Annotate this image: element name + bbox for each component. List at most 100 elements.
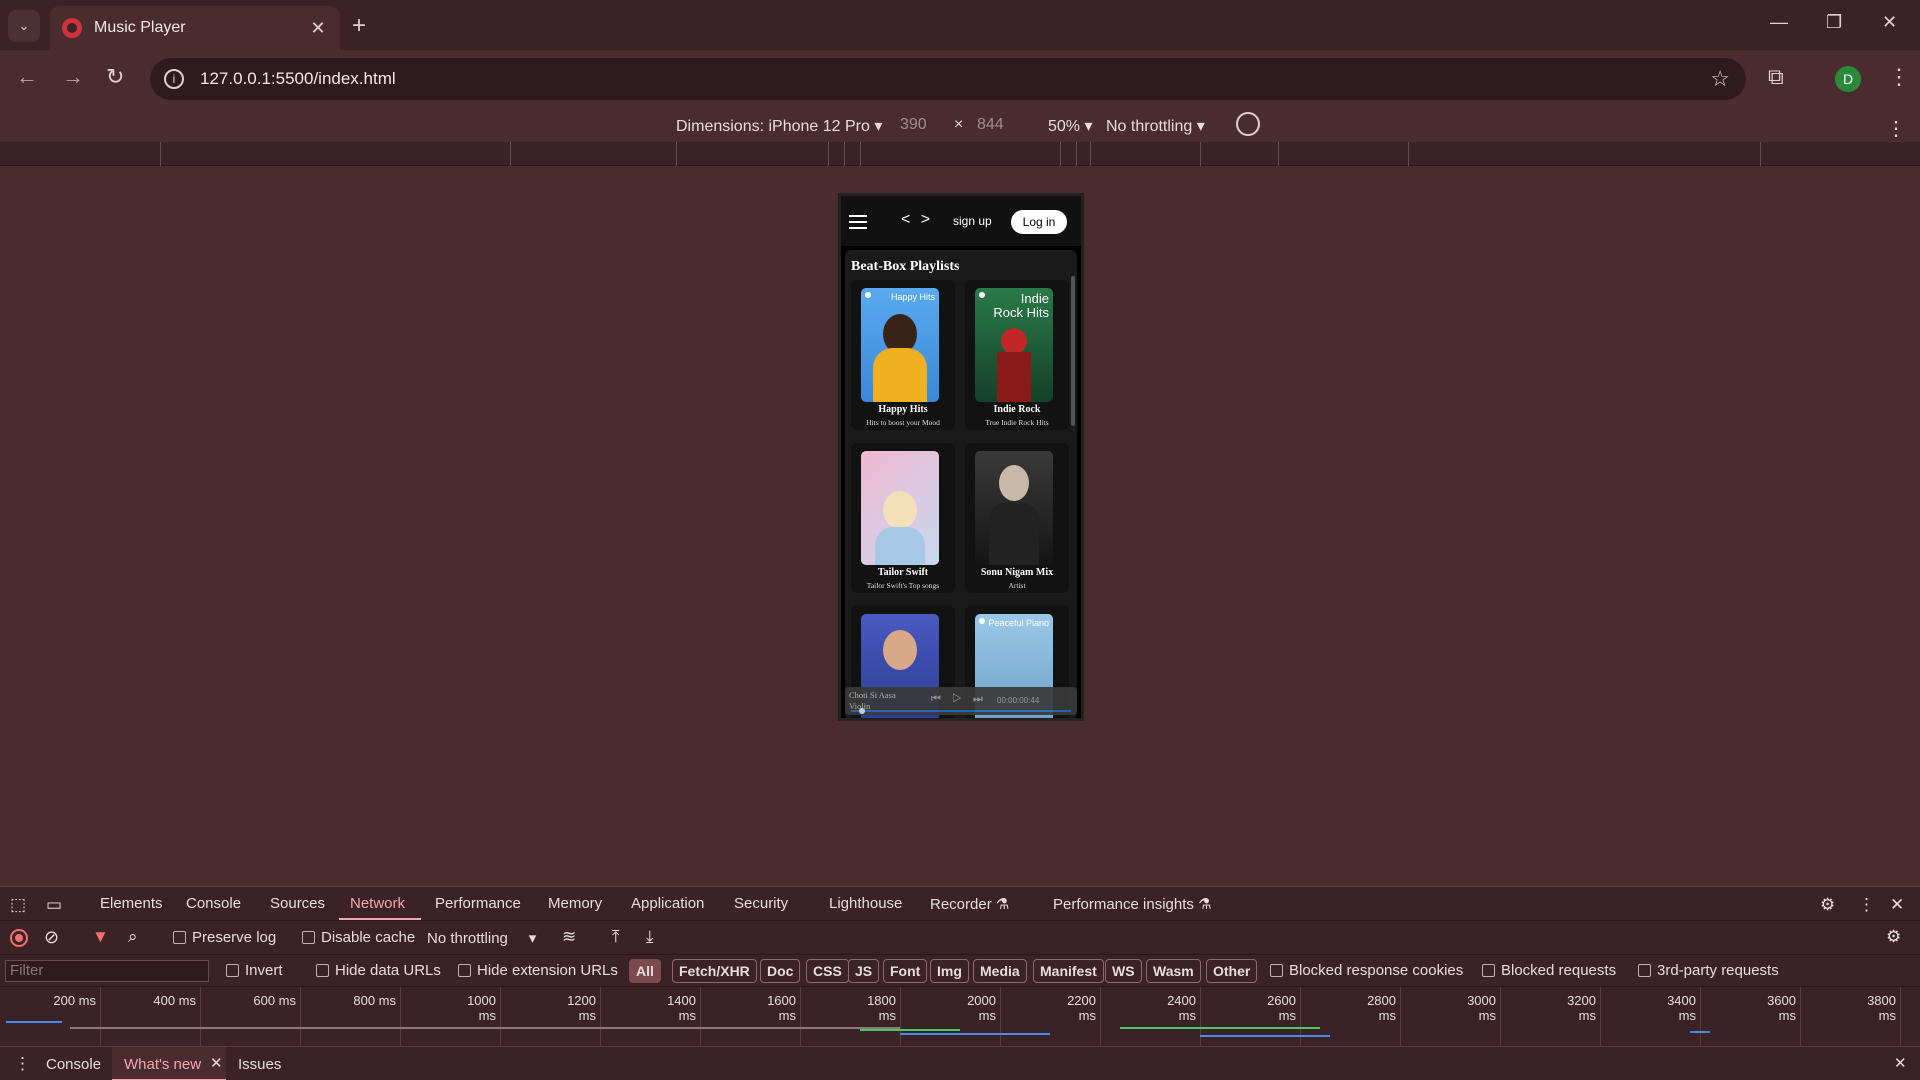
drawer-tab-issues[interactable]: Issues bbox=[238, 1056, 281, 1073]
type-filter-doc[interactable]: Doc bbox=[760, 959, 801, 983]
type-filter-css[interactable]: CSS bbox=[806, 959, 849, 983]
drawer-menu-icon[interactable]: ⋮ bbox=[14, 1054, 31, 1074]
type-filter-wasm[interactable]: Wasm bbox=[1146, 959, 1201, 983]
playlist-card[interactable]: Happy Hits Happy Hits Hits to boost your… bbox=[851, 280, 955, 430]
browser-tab[interactable]: Music Player ✕ bbox=[50, 6, 340, 50]
playlist-cover: Indie Rock Hits bbox=[975, 288, 1053, 402]
network-conditions-icon[interactable]: ≋ bbox=[562, 927, 576, 947]
tab-lighthouse[interactable]: Lighthouse bbox=[829, 895, 902, 912]
clear-icon[interactable]: ⊘ bbox=[44, 927, 59, 948]
type-filter-other[interactable]: Other bbox=[1206, 959, 1258, 983]
music-player-bar: Choti Si Aasa Violin ⏮ ▷ ⏭ 00:00:00:44 bbox=[845, 687, 1077, 715]
seek-bar[interactable] bbox=[851, 710, 1071, 712]
network-toolbar: ⊘ ▼ ⌕ Preserve log Disable cache No thro… bbox=[0, 920, 1920, 954]
tab-sources[interactable]: Sources bbox=[270, 895, 325, 912]
device-toggle-icon[interactable]: ▭ bbox=[46, 895, 62, 915]
zoom-select[interactable]: 50% ▾ bbox=[1048, 116, 1093, 136]
timeline-tick-label: 3400 ms bbox=[1667, 993, 1696, 1023]
tab-search-button[interactable]: ⌄ bbox=[8, 10, 40, 42]
download-icon[interactable]: ⤓ bbox=[646, 927, 654, 947]
close-devtools-icon[interactable]: ✕ bbox=[1890, 895, 1904, 915]
timeline-tick-label: 1800 ms bbox=[867, 993, 896, 1023]
tab-memory[interactable]: Memory bbox=[548, 895, 602, 912]
upload-icon[interactable]: ⤒ bbox=[612, 927, 620, 947]
new-tab-icon[interactable]: + bbox=[352, 12, 366, 40]
hamburger-icon[interactable] bbox=[849, 215, 867, 229]
tab-performance[interactable]: Performance bbox=[435, 895, 521, 912]
blocked-requests-checkbox[interactable]: Blocked requests bbox=[1482, 962, 1616, 979]
type-filter-all[interactable]: All bbox=[629, 959, 661, 983]
device-select[interactable]: Dimensions: iPhone 12 Pro ▾ bbox=[676, 116, 882, 136]
drawer-tab-console[interactable]: Console bbox=[46, 1056, 101, 1073]
invert-checkbox[interactable]: Invert bbox=[226, 962, 283, 979]
search-icon[interactable]: ⌕ bbox=[128, 927, 138, 947]
hide-extension-urls-checkbox[interactable]: Hide extension URLs bbox=[458, 962, 618, 979]
back-icon[interactable]: ← bbox=[16, 64, 38, 90]
playback-controls[interactable]: ⏮ ▷ ⏭ bbox=[931, 693, 987, 706]
window-close-icon[interactable]: ✕ bbox=[1882, 12, 1897, 33]
third-party-checkbox[interactable]: 3rd-party requests bbox=[1638, 962, 1779, 979]
tab-security[interactable]: Security bbox=[734, 895, 788, 912]
type-filter-media[interactable]: Media bbox=[973, 959, 1027, 983]
filter-icon[interactable]: ▼ bbox=[92, 927, 109, 947]
tab-network[interactable]: Network bbox=[350, 895, 405, 912]
network-overview-timeline[interactable]: 200 ms 400 ms 600 ms 800 ms 1000 ms 1200 ms 14… bbox=[0, 986, 1920, 1047]
tab-console[interactable]: Console bbox=[186, 895, 241, 912]
minimize-icon[interactable]: — bbox=[1770, 12, 1788, 33]
disable-cache-checkbox[interactable]: Disable cache bbox=[302, 929, 415, 946]
nav-arrows[interactable]: < > bbox=[901, 211, 933, 229]
type-filter-ws[interactable]: WS bbox=[1105, 959, 1142, 983]
timeline-gridline bbox=[600, 987, 601, 1047]
devtools-menu-icon[interactable]: ⋮ bbox=[1858, 895, 1875, 915]
profile-avatar[interactable]: D bbox=[1835, 66, 1861, 92]
tab-elements[interactable]: Elements bbox=[100, 895, 163, 912]
type-filter-fetch[interactable]: Fetch/XHR bbox=[672, 959, 757, 983]
record-icon[interactable] bbox=[10, 929, 28, 947]
network-throttling-select[interactable]: No throttling ▾ bbox=[427, 929, 536, 947]
type-filter-font[interactable]: Font bbox=[883, 959, 928, 983]
browser-menu-icon[interactable]: ⋮ bbox=[1888, 64, 1910, 90]
hide-data-urls-checkbox[interactable]: Hide data URLs bbox=[316, 962, 441, 979]
tab-performance-insights[interactable]: Performance insights ⚗ bbox=[1053, 895, 1212, 913]
scrollbar[interactable] bbox=[1071, 276, 1075, 426]
device-label: Dimensions: iPhone 12 Pro bbox=[676, 118, 870, 135]
timeline-gridline bbox=[1400, 987, 1401, 1047]
type-filter-img[interactable]: Img bbox=[930, 959, 969, 983]
network-settings-icon[interactable]: ⚙ bbox=[1886, 927, 1901, 947]
type-filter-js[interactable]: JS bbox=[848, 959, 880, 983]
forward-icon[interactable]: → bbox=[62, 64, 84, 90]
extensions-icon[interactable]: ⧉ bbox=[1768, 64, 1784, 90]
restore-icon[interactable]: ❐ bbox=[1826, 12, 1842, 33]
timeline-tick-label: 1600 ms bbox=[767, 993, 796, 1023]
settings-gear-icon[interactable]: ⚙ bbox=[1820, 895, 1835, 915]
rotate-icon[interactable] bbox=[1236, 112, 1260, 136]
address-bar[interactable]: i 127.0.0.1:5500/index.html ☆ bbox=[150, 58, 1746, 100]
filter-input[interactable]: Filter bbox=[5, 960, 209, 982]
close-tab-icon[interactable]: ✕ bbox=[308, 18, 328, 39]
playlist-card[interactable]: Indie Rock Hits Indie Rock True Indie Ro… bbox=[965, 280, 1069, 430]
login-button[interactable]: Log in bbox=[1011, 210, 1067, 234]
playlist-card[interactable]: Sonu Nigam Mix Artist bbox=[965, 443, 1069, 593]
seek-knob[interactable] bbox=[859, 708, 865, 714]
type-filter-manifest[interactable]: Manifest bbox=[1033, 959, 1104, 983]
inspect-icon[interactable]: ⬚ bbox=[10, 895, 26, 915]
throttling-select[interactable]: No throttling ▾ bbox=[1106, 116, 1205, 136]
reload-icon[interactable]: ↻ bbox=[106, 64, 124, 90]
close-whats-new-icon[interactable]: ✕ bbox=[210, 1054, 223, 1072]
timeline-tick-label: 2000 ms bbox=[967, 993, 996, 1023]
playlist-card[interactable]: Tailor Swift Tailor Swift's Top songs bbox=[851, 443, 955, 593]
timeline-gridline bbox=[300, 987, 301, 1047]
width-input[interactable]: 390 bbox=[900, 116, 927, 134]
height-input[interactable]: 844 bbox=[977, 116, 1004, 134]
timeline-gridline bbox=[500, 987, 501, 1047]
zoom-value: 50% bbox=[1048, 118, 1081, 135]
tab-recorder[interactable]: Recorder ⚗ bbox=[930, 895, 1009, 913]
device-menu-icon[interactable]: ⋮ bbox=[1886, 116, 1906, 141]
blocked-cookies-checkbox[interactable]: Blocked response cookies bbox=[1270, 962, 1463, 979]
close-drawer-icon[interactable]: ✕ bbox=[1894, 1054, 1907, 1072]
site-info-icon[interactable]: i bbox=[164, 69, 184, 89]
tab-application[interactable]: Application bbox=[631, 895, 704, 912]
preserve-log-checkbox[interactable]: Preserve log bbox=[173, 929, 276, 946]
bookmark-star-icon[interactable]: ☆ bbox=[1710, 66, 1730, 92]
signup-button[interactable]: sign up bbox=[953, 214, 992, 228]
